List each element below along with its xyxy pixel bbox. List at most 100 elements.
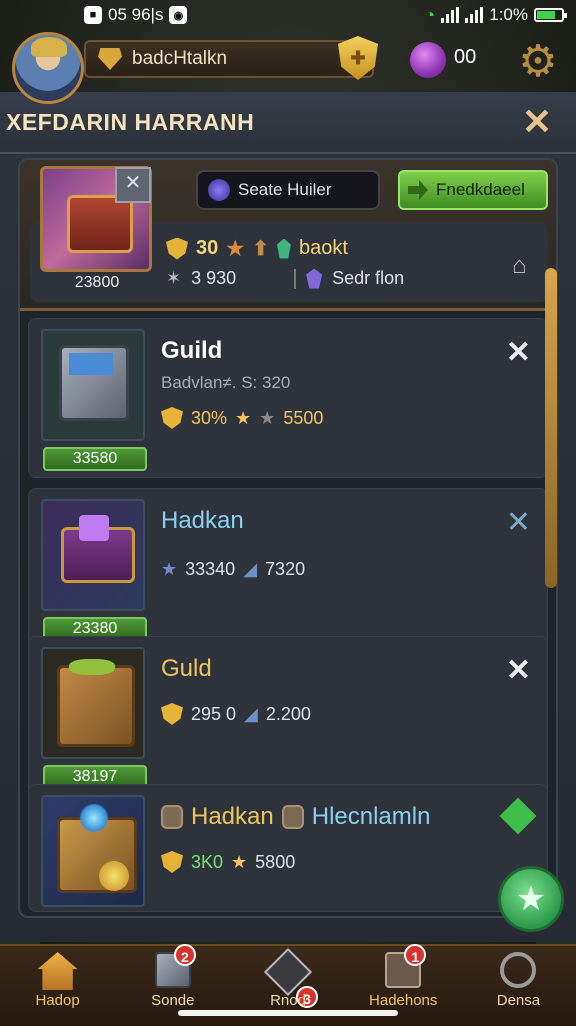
item-close-button[interactable]: ✕: [506, 653, 531, 688]
item-stat-b: 5800: [255, 851, 296, 872]
list-container: ✕ 23800 Seate Huiler Fnedkdaeel 30 ★ ⬆ b…: [18, 158, 558, 918]
wood-crate-icon: [57, 665, 135, 747]
favorite-star-button[interactable]: ★: [498, 866, 564, 932]
item-title-row: Hadkan Hlecnlamln: [161, 803, 430, 831]
item-id-badge: 33580: [43, 447, 147, 471]
signal-icon-2: [465, 7, 484, 23]
player-name: badcHtalkn: [132, 48, 228, 69]
item-thumbnail: [41, 499, 145, 611]
status-time: 05 96|s: [108, 5, 164, 24]
gem-count: 00: [454, 46, 477, 68]
featured-action-button[interactable]: Fnedkdaeel: [398, 170, 548, 210]
nav-item-home[interactable]: Hadop: [0, 946, 115, 1026]
nav-label: Hadop: [35, 992, 80, 1009]
featured-stat1-value: 30: [196, 237, 219, 259]
featured-chest-image: ✕: [40, 166, 152, 272]
coin-icon: [99, 861, 129, 891]
arrow-icon: [408, 180, 428, 200]
item-stat-a: 3K0: [191, 851, 224, 872]
top-header: badcHtalkn ✚ 00 ⚙: [0, 28, 576, 104]
item-close-button[interactable]: ✕: [506, 335, 531, 370]
featured-stats-row-2: ✶ 3 930 Sedr flon: [166, 268, 404, 289]
list-item[interactable]: Hadkan Hlecnlamln 3K0 ★ 5800: [28, 784, 548, 912]
status-left: ■ 05 96|s ◉: [84, 5, 188, 25]
featured-stat2-text: Sedr flon: [332, 268, 405, 288]
leaf-icon: [69, 659, 115, 675]
glow-icon: [79, 515, 109, 541]
item-stat-b: 5500: [283, 407, 324, 428]
star-icon: ★: [231, 851, 248, 872]
star-icon: ★: [161, 559, 178, 579]
scrollbar[interactable]: [545, 268, 557, 588]
avatar-hair: [31, 37, 67, 57]
item-title: Guld: [161, 655, 212, 682]
search-label: Seate Huiler: [238, 180, 332, 199]
item-title: Guild: [161, 337, 223, 364]
notification-icon: ■: [84, 6, 102, 24]
player-name-plate[interactable]: badcHtalkn: [84, 40, 374, 78]
item-stats: 30% ★ ★ 5500: [161, 407, 323, 429]
nav-item-5[interactable]: Densa: [461, 946, 576, 1026]
item-close-button[interactable]: ✕: [506, 505, 531, 540]
nav-label: Rnod: [270, 992, 306, 1009]
item-stat-b: 7320: [265, 559, 306, 579]
star-icon: ★: [235, 407, 252, 428]
item-thumbnail: [41, 647, 145, 759]
divider: [294, 268, 297, 289]
shield-icon: [166, 237, 188, 260]
item-thumbnail: [41, 795, 145, 907]
pin-icon: ⬆: [252, 238, 269, 260]
gear-icon[interactable]: ⚙: [516, 40, 560, 84]
tools-icon: [498, 952, 538, 992]
item-stats: ★ 33340 ◢ 7320: [161, 559, 305, 580]
pot-icon-2: [281, 805, 304, 829]
arrow-icon: ◢: [243, 559, 258, 579]
featured-badge-icon: ✕: [115, 167, 151, 203]
gem-icon[interactable]: [410, 42, 446, 78]
status-right: ◔ 1:0%: [424, 4, 567, 26]
pot-icon: [161, 805, 183, 829]
nav-label: Densa: [496, 992, 541, 1009]
crystal-icon: [276, 238, 291, 259]
battery-fill: [537, 11, 555, 19]
list-item[interactable]: 23380 Hadkan ★ 33340 ◢ 7320 ✕: [28, 488, 548, 648]
search-button[interactable]: Seate Huiler: [196, 170, 380, 210]
item-title-2: Hlecnlamln: [311, 803, 431, 830]
item-thumbnail: [41, 329, 145, 441]
item-stat-a: 295 0: [191, 703, 237, 724]
spark-icon: [79, 803, 109, 833]
featured-stat2-value: 3 930: [191, 268, 237, 288]
shield-icon: [161, 407, 183, 429]
list-item[interactable]: 38197 Guld 295 0 ◢ 2.200 ✕: [28, 636, 548, 796]
item-stat-a: 30%: [191, 407, 228, 428]
featured-card[interactable]: ✕ 23800 Seate Huiler Fnedkdaeel 30 ★ ⬆ b…: [20, 160, 556, 311]
orb-icon: [208, 179, 230, 201]
list-item[interactable]: 33580 Guild Badvlan≠. S: 320 30% ★ ★ 550…: [28, 318, 548, 478]
home-icon[interactable]: ⌂: [512, 252, 540, 279]
battery-text: 1:0%: [489, 5, 528, 24]
close-icon[interactable]: ✕: [522, 104, 552, 140]
wifi-icon: ◔: [424, 4, 436, 25]
arrow-icon: ◢: [244, 703, 258, 724]
status-bar: ■ 05 96|s ◉ ◔ 1:0%: [0, 0, 576, 30]
battery-icon: [534, 8, 567, 22]
featured-stat1-text: baokt: [298, 237, 348, 259]
diamond-icon[interactable]: [499, 797, 537, 835]
panel-title: XEFDARIN HARRANH: [6, 108, 255, 135]
nav-label: Sonde: [151, 992, 195, 1009]
house-icon: [37, 952, 78, 992]
shield-icon: [161, 851, 183, 873]
featured-id: 23800: [74, 274, 120, 291]
avatar[interactable]: [12, 32, 84, 104]
home-indicator[interactable]: [178, 1010, 398, 1016]
featured-stats-row-1: 30 ★ ⬆ baokt: [166, 236, 348, 261]
item-stat-b: 2.200: [265, 703, 311, 724]
purple-crystal-icon: [306, 268, 323, 289]
notification-badge: 2: [173, 944, 196, 966]
featured-action-label: Fnedkdaeel: [436, 180, 525, 199]
item-stat-a: 33340: [185, 559, 236, 579]
item-title: Hadkan: [191, 803, 274, 830]
chest-icon: [67, 195, 133, 253]
panel-header: XEFDARIN HARRANH ✕: [0, 92, 576, 154]
star-outline-icon: ★: [259, 407, 276, 428]
